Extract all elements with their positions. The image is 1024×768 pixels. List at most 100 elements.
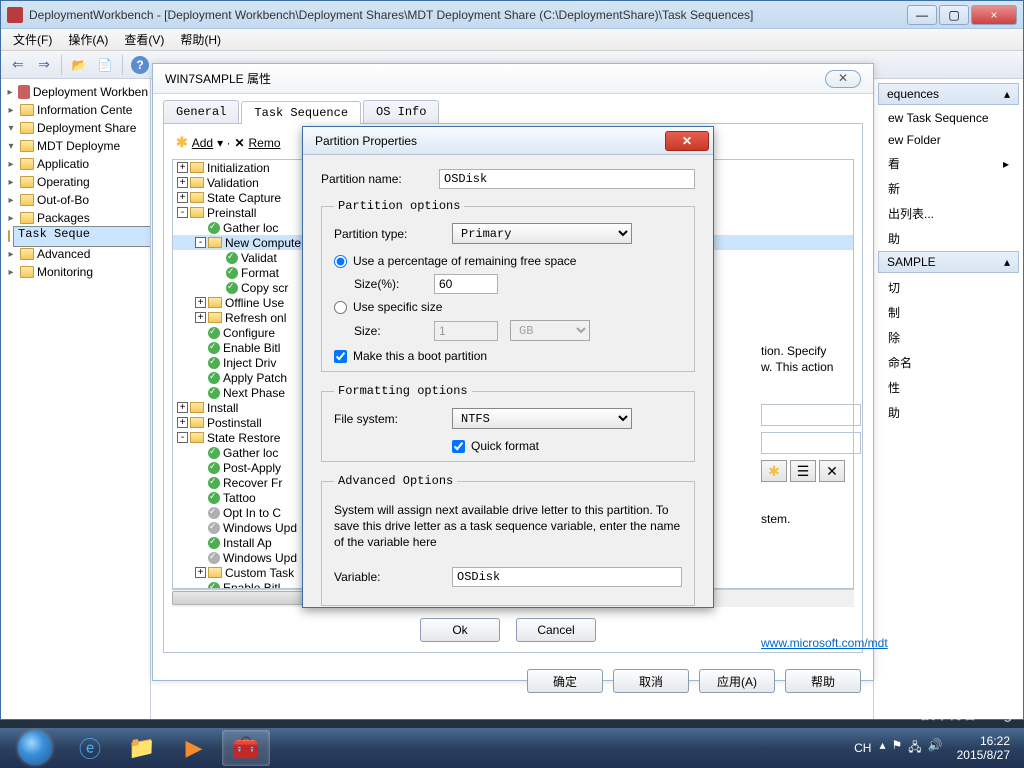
combo-field[interactable] (761, 432, 861, 454)
taskbar-ie[interactable]: ⓔ (66, 730, 114, 766)
expand-icon[interactable]: ▾ (5, 123, 17, 134)
action-help2[interactable]: 助 (878, 400, 1019, 425)
expand-box-icon[interactable]: + (177, 402, 188, 413)
nav-shares[interactable]: Deployment Share (37, 121, 136, 135)
remove-link[interactable]: Remo (249, 136, 281, 150)
nav-info[interactable]: Information Cente (37, 103, 132, 117)
delete-partition-button[interactable]: ✕ (819, 460, 845, 482)
properties-close-button[interactable]: ✕ (825, 70, 861, 88)
variable-input[interactable] (452, 567, 682, 587)
menu-file[interactable]: 文件(F) (5, 29, 60, 50)
navigation-tree[interactable]: ▸ Deployment Workben ▸ Information Cente ▾… (1, 79, 151, 719)
expand-box-icon[interactable]: + (195, 567, 206, 578)
start-button[interactable] (8, 730, 62, 766)
close-button[interactable]: × (971, 5, 1017, 25)
expand-box-icon[interactable]: - (177, 207, 188, 218)
action-help[interactable]: 助 (878, 226, 1019, 251)
partition-list-field[interactable] (761, 404, 861, 426)
tray-icons[interactable]: ▴ ⚑ 🖧 🔊 (879, 738, 942, 759)
expand-box-icon[interactable]: + (195, 312, 206, 323)
use-percentage-radio[interactable] (334, 255, 347, 268)
expand-icon[interactable]: ▸ (5, 105, 17, 116)
nav-apps[interactable]: Applicatio (37, 157, 89, 171)
expand-icon[interactable]: ▸ (5, 177, 17, 188)
expand-box-icon[interactable]: + (195, 297, 206, 308)
expand-box-icon[interactable]: + (177, 417, 188, 428)
filesystem-select[interactable]: NTFS (452, 408, 632, 429)
back-button[interactable]: ⇐ (7, 54, 29, 76)
tray-icon[interactable]: ▴ (879, 738, 885, 759)
nav-root[interactable]: Deployment Workben (33, 85, 148, 99)
action-new-ts[interactable]: ew Task Sequence (878, 107, 1019, 129)
expand-box-icon[interactable]: + (177, 192, 188, 203)
action-copy[interactable]: 制 (878, 300, 1019, 325)
action-cut[interactable]: 切 (878, 275, 1019, 300)
export-button[interactable]: 📄 (94, 54, 116, 76)
expand-icon[interactable]: ▸ (5, 195, 17, 206)
tab-os-info[interactable]: OS Info (363, 100, 439, 123)
volume-icon[interactable]: 🔊 (928, 738, 943, 759)
menu-action[interactable]: 操作(A) (60, 29, 116, 50)
maximize-button[interactable]: ▢ (939, 5, 969, 25)
partition-ok-button[interactable]: Ok (420, 618, 500, 642)
help-button[interactable]: 帮助 (785, 669, 861, 693)
partition-type-select[interactable]: Primary (452, 223, 632, 244)
menu-help[interactable]: 帮助(H) (172, 29, 229, 50)
action-refresh[interactable]: 新 (878, 176, 1019, 201)
flag-icon[interactable]: ⚑ (892, 738, 903, 759)
expand-box-icon[interactable]: + (177, 162, 188, 173)
tab-general[interactable]: General (163, 100, 239, 123)
cancel-button[interactable]: 取消 (613, 669, 689, 693)
nav-oob[interactable]: Out-of-Bo (37, 193, 89, 207)
expand-box-icon[interactable]: - (177, 432, 188, 443)
network-icon[interactable]: 🖧 (908, 738, 921, 759)
new-partition-button[interactable]: ✱ (761, 460, 787, 482)
expand-icon[interactable]: ▸ (5, 159, 17, 170)
apply-button[interactable]: 应用(A) (699, 669, 775, 693)
tab-task-sequence[interactable]: Task Sequence (241, 101, 361, 124)
partition-name-input[interactable] (439, 169, 695, 189)
partition-close-button[interactable]: ✕ (665, 131, 709, 151)
help-button[interactable]: ? (129, 54, 151, 76)
forward-button[interactable]: ⇒ (33, 54, 55, 76)
expand-icon[interactable]: ▸ (5, 267, 17, 278)
nav-pkg[interactable]: Packages (37, 211, 90, 225)
quick-format-checkbox[interactable] (452, 440, 465, 453)
check-icon (208, 552, 220, 564)
ime-indicator[interactable]: CH (854, 741, 871, 755)
expand-icon[interactable]: ▸ (5, 87, 15, 98)
add-link[interactable]: Add (192, 136, 213, 150)
taskbar-explorer[interactable]: 📁 (118, 730, 166, 766)
nav-adv[interactable]: Advanced (37, 247, 90, 261)
boot-partition-checkbox[interactable] (334, 350, 347, 363)
action-new-folder[interactable]: ew Folder (878, 129, 1019, 151)
collapse-icon[interactable]: ▴ (1004, 87, 1010, 101)
menu-view[interactable]: 查看(V) (116, 29, 172, 50)
action-export[interactable]: 出列表... (878, 201, 1019, 226)
expand-icon[interactable]: ▸ (5, 213, 17, 224)
mdt-link[interactable]: www.microsoft.com/mdt (761, 636, 888, 650)
collapse-icon[interactable]: ▴ (1004, 255, 1010, 269)
action-view[interactable]: 看▸ (878, 151, 1019, 176)
size-pct-input[interactable] (434, 274, 498, 294)
expand-icon[interactable]: ▸ (5, 249, 17, 260)
action-rename[interactable]: 命名 (878, 350, 1019, 375)
action-props[interactable]: 性 (878, 375, 1019, 400)
partition-cancel-button[interactable]: Cancel (516, 618, 596, 642)
expand-box-icon[interactable]: + (177, 177, 188, 188)
minimize-button[interactable]: — (907, 5, 937, 25)
clock[interactable]: 16:22 2015/8/27 (951, 734, 1016, 763)
taskbar-media[interactable]: ▶ (170, 730, 218, 766)
partition-props-button[interactable]: ☰ (790, 460, 816, 482)
expand-box-icon[interactable]: - (195, 237, 206, 248)
expand-icon[interactable]: ▾ (5, 141, 17, 152)
up-button[interactable]: 📂 (68, 54, 90, 76)
nav-ts[interactable]: Task Seque (13, 226, 151, 247)
taskbar-workbench[interactable]: 🧰 (222, 730, 270, 766)
nav-mdt[interactable]: MDT Deployme (37, 139, 120, 153)
action-delete[interactable]: 除 (878, 325, 1019, 350)
nav-mon[interactable]: Monitoring (37, 265, 93, 279)
ok-button[interactable]: 确定 (527, 669, 603, 693)
nav-os[interactable]: Operating (37, 175, 90, 189)
use-specific-radio[interactable] (334, 301, 347, 314)
